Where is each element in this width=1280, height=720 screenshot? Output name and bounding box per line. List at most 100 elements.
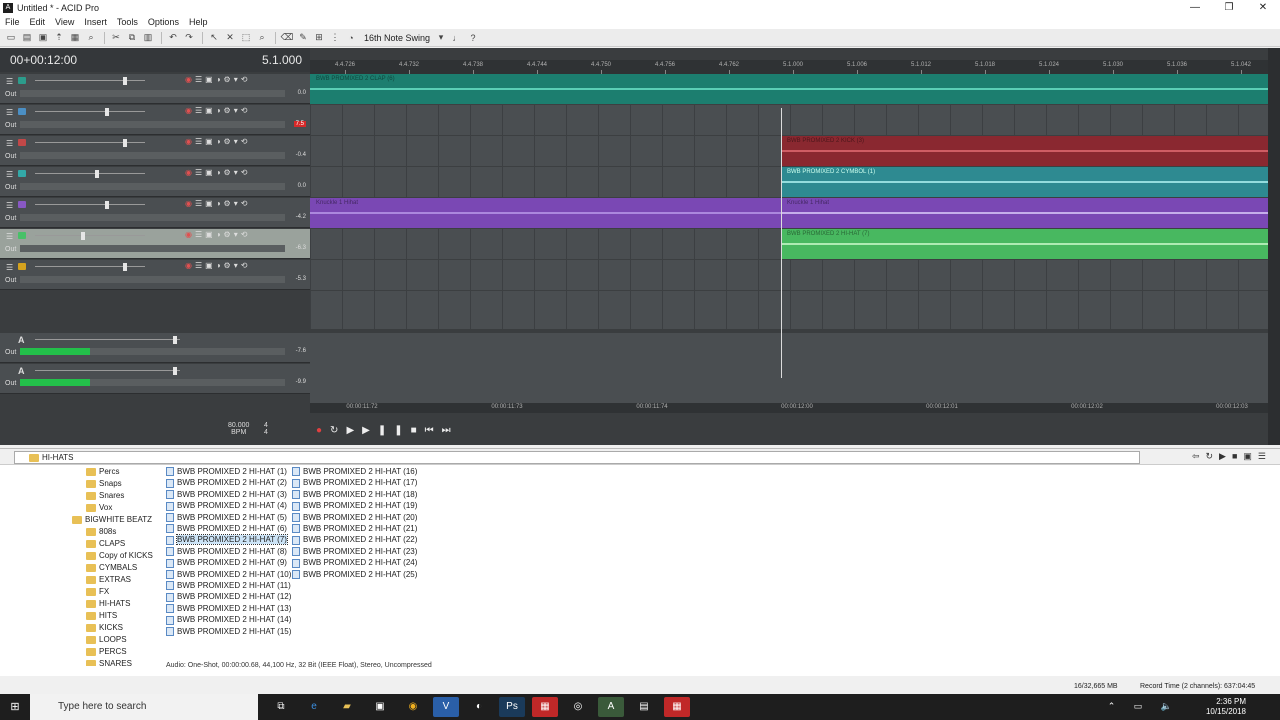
time-signature[interactable]: 44 [264,422,268,436]
tree-folder[interactable]: Percs [86,466,119,477]
tree-folder[interactable]: SNARES [86,658,132,666]
tree-folder[interactable]: Snaps [86,478,122,489]
select-tool-icon[interactable]: ⬚ [239,32,253,44]
tree-folder[interactable]: HI-HATS [86,598,130,609]
lane-hihat[interactable]: BWB PROMIXED 2 HI-HAT (7) [310,229,1268,260]
cut-icon[interactable]: ✂ [109,32,123,44]
clip-clap[interactable]: BWB PROMIXED 2 CLAP (6) [310,74,1268,104]
volume-fader[interactable] [35,139,145,147]
menu-options[interactable]: Options [143,17,184,27]
arm-record-icon[interactable]: ◉ [185,137,195,146]
arm-record-icon[interactable]: ◉ [185,106,195,115]
clip-knuckle-2[interactable]: Knuckle 1 Hihat [781,198,1268,228]
store-icon[interactable]: ▣ [367,697,393,717]
track-header[interactable]: ☰ ◉☰▣◑⚙▾⟲ Out -4.2 [0,198,310,228]
app-red-grid-icon[interactable]: ▦ [664,697,690,717]
track-header[interactable]: ☰ ◉☰▣◑⚙▾⟲ Out -0.4 [0,136,310,166]
track-header[interactable]: ☰ ◉☰▣◑⚙▾⟲ Out 0.0 [0,167,310,197]
volume-fader[interactable] [35,201,145,209]
menu-view[interactable]: View [50,17,79,27]
clip-cymbal[interactable]: BWB PROMIXED 2 CYMBOL (1) [781,167,1268,197]
track-header[interactable]: ☰ ◉☰▣◑⚙▾⟲ Out -6.3 [0,229,310,259]
clip-kick[interactable]: BWB PROMIXED 2 KICK (3) [781,136,1268,166]
open-icon[interactable]: ▤ [20,32,34,44]
bus-fader[interactable] [35,367,180,375]
properties-icon[interactable]: ▦ [68,32,82,44]
track-header[interactable]: ☰ ◉☰▣◑⚙▾⟲ Out 7.5 [0,105,310,135]
tree-folder[interactable]: Copy of KICKS [86,550,153,561]
edge-icon[interactable]: e [301,697,327,717]
lane-kick[interactable]: BWB PROMIXED 2 KICK (3) [310,136,1268,167]
file-item[interactable]: BWB PROMIXED 2 HI-HAT (8) [166,546,287,557]
stop-icon[interactable]: ■ [1232,451,1243,461]
fader-handle[interactable] [123,77,127,85]
track-menu-icon[interactable]: ☰ [6,108,13,117]
record-icon[interactable]: ● [316,425,330,436]
menu-file[interactable]: File [0,17,25,27]
file-item[interactable]: BWB PROMIXED 2 HI-HAT (5) [166,512,287,523]
file-explorer-icon[interactable]: ▰ [334,697,360,717]
clip-hihat[interactable]: BWB PROMIXED 2 HI-HAT (7) [781,229,1268,259]
menu-insert[interactable]: Insert [79,17,112,27]
autoplay-icon[interactable]: ▣ [1243,451,1258,461]
volume-fader[interactable] [35,263,145,271]
file-item[interactable]: BWB PROMIXED 2 HI-HAT (2) [166,477,287,488]
file-item[interactable]: BWB PROMIXED 2 HI-HAT (20) [292,512,417,523]
app-circle-icon[interactable]: ◎ [565,697,591,717]
lane-cymbal[interactable]: BWB PROMIXED 2 CYMBOL (1) [310,167,1268,198]
file-item[interactable]: BWB PROMIXED 2 HI-HAT (21) [292,523,417,534]
track-header[interactable]: ☰ ◉☰▣◑⚙▾⟲ Out 0.0 [0,74,310,104]
track-menu-icon[interactable]: ☰ [6,77,13,86]
acid-pro-taskbar-icon[interactable]: A [598,697,624,717]
volume-fader[interactable] [35,170,145,178]
tree-folder[interactable]: HITS [86,610,117,621]
arm-record-icon[interactable]: ◉ [185,261,195,270]
paint-tool-icon[interactable]: ✎ [296,32,310,44]
minimize-icon[interactable]: — [1178,0,1212,15]
fader-handle[interactable] [123,263,127,271]
render-icon[interactable]: ⇡ [52,32,66,44]
app-red-icon[interactable]: ▦ [532,697,558,717]
fader-handle[interactable] [173,336,177,344]
tree-folder[interactable]: FX [86,586,109,597]
views-icon[interactable]: ☰ [1258,451,1272,461]
track-timeline[interactable]: BWB PROMIXED 2 CLAP (6) BWB PROMIXED 2 K… [310,74,1268,329]
lane-empty[interactable] [310,105,1268,136]
arm-record-icon[interactable]: ◉ [185,75,195,84]
back-icon[interactable]: ⇦ [1192,451,1206,461]
swing-icon[interactable]: ◔ [344,32,358,44]
play-icon[interactable]: ▶ [1219,451,1232,461]
grid-icon[interactable]: ⋮ [328,32,342,44]
loop-icon[interactable]: ↻ [330,425,346,436]
file-item[interactable]: BWB PROMIXED 2 HI-HAT (13) [166,603,291,614]
go-to-end-icon[interactable]: ⏭ [442,425,459,436]
bus-header[interactable]: A Out -9.9 [0,364,310,394]
file-item[interactable]: BWB PROMIXED 2 HI-HAT (10) [166,569,291,580]
task-view-icon[interactable]: ⧉ [268,697,294,717]
new-icon[interactable]: ▭ [4,32,18,44]
volume-fader[interactable] [35,232,145,240]
fader-handle[interactable] [173,367,177,375]
app-grid-icon[interactable]: ▤ [631,697,657,717]
file-item[interactable]: BWB PROMIXED 2 HI-HAT (14) [166,614,291,625]
file-item[interactable]: BWB PROMIXED 2 HI-HAT (22) [292,534,417,545]
visual-studio-icon[interactable]: V [433,697,459,717]
tree-folder[interactable]: Vox [86,502,112,513]
vertical-scrollbar[interactable] [1268,48,1280,445]
file-item[interactable]: BWB PROMIXED 2 HI-HAT (7) [166,534,288,546]
taskbar-search[interactable]: Type here to search [30,694,258,720]
menu-help[interactable]: Help [184,17,213,27]
lane-knuckle[interactable]: Knuckle 1 Hihat Knuckle 1 Hihat [310,198,1268,229]
lane-empty[interactable] [310,260,1268,291]
chevron-down-icon[interactable]: ▾ [434,32,448,44]
redo-icon[interactable]: ↷ [182,32,196,44]
lane-clap[interactable]: BWB PROMIXED 2 CLAP (6) [310,74,1268,105]
stop-icon[interactable]: ■ [411,425,425,436]
track-menu-icon[interactable]: ☰ [6,232,13,241]
tree-folder[interactable]: PERCS [86,646,127,657]
volume-fader[interactable] [35,108,145,116]
tree-folder[interactable]: CLAPS [86,538,125,549]
chrome-icon[interactable]: ◉ [400,697,426,717]
bus-timeline[interactable] [310,333,1268,403]
file-item[interactable]: BWB PROMIXED 2 HI-HAT (1) [166,466,287,477]
